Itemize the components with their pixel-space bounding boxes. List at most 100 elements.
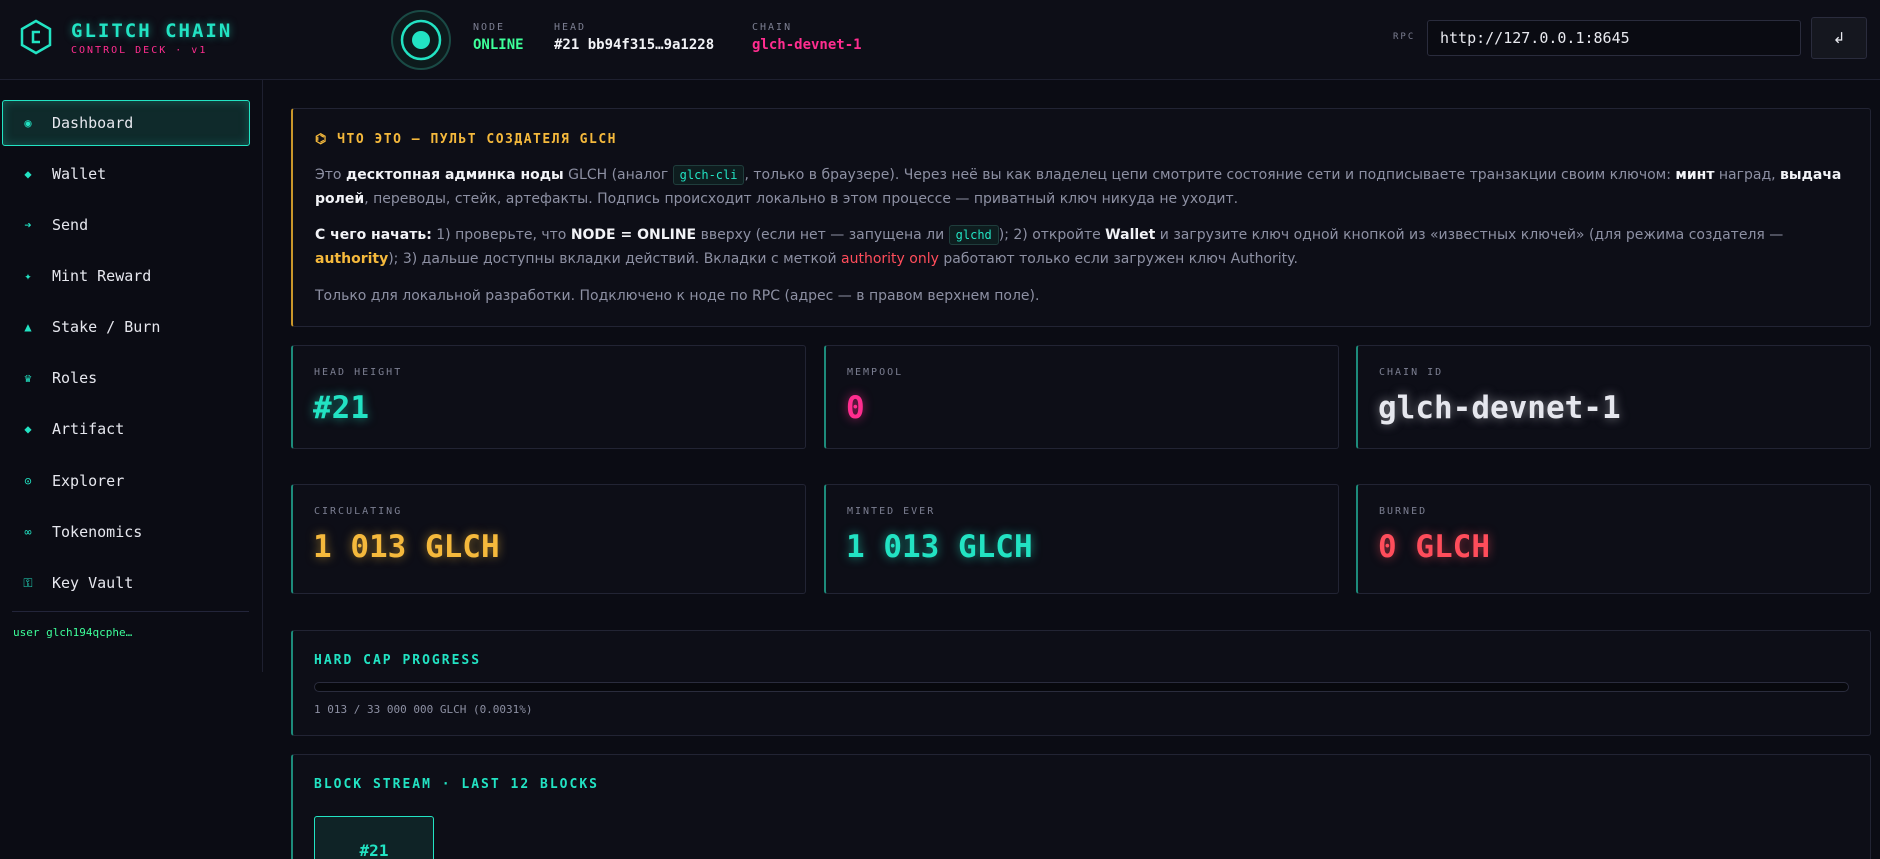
text-span: ); 2) откройте [998, 227, 1106, 243]
stat-mempool: MEMPOOL 0 [824, 345, 1339, 449]
sidebar: ◉ Dashboard ◆ Wallet ➔ Send ✦ Mint Rewar… [0, 80, 263, 672]
node-status: NODE ONLINE [473, 22, 524, 53]
compass-icon: ⊙ [24, 474, 32, 488]
chain-value: glch-devnet-1 [752, 37, 862, 53]
node-label: NODE [473, 22, 506, 33]
sidebar-item-mint-reward[interactable]: ✦ Mint Reward [2, 253, 250, 299]
send-icon: ➔ [24, 218, 32, 232]
authority-highlight: authority [315, 251, 389, 267]
sidebar-item-label: Wallet [52, 165, 107, 183]
sidebar-item-roles[interactable]: ♛ Roles [2, 355, 250, 401]
stat-label: HEAD HEIGHT [314, 367, 403, 378]
hard-cap-title: HARD CAP PROGRESS [314, 653, 482, 668]
stat-label: MEMPOOL [847, 367, 904, 378]
stat-burned: BURNED 0 GLCH [1356, 484, 1871, 594]
stat-value: #21 [313, 390, 369, 426]
stat-value: glch-devnet-1 [1378, 390, 1621, 426]
stat-value: 0 GLCH [1378, 529, 1490, 565]
intro-paragraph-1: Это десктопная админка ноды GLCH (аналог… [315, 163, 1845, 211]
crown-icon: ♛ [24, 371, 32, 385]
stat-label: BURNED [1379, 506, 1428, 517]
rpc-url-input[interactable] [1427, 20, 1801, 56]
intro-title: ⌬ ЧТО ЭТО — ПУЛЬТ СОЗДАТЕЛЯ GLCH [315, 132, 617, 147]
sidebar-item-label: Mint Reward [52, 267, 152, 285]
head-label: HEAD [554, 22, 587, 33]
stat-head-height: HEAD HEIGHT #21 [291, 345, 806, 449]
sidebar-item-label: Key Vault [52, 574, 134, 592]
app-subtitle: CONTROL DECK · v1 [71, 45, 208, 56]
authority-only-tag: authority only [841, 251, 939, 267]
intro-paragraph-3: Только для локальной разработки. Подключ… [315, 288, 1040, 304]
text-span: вверху (если нет — запущена ли [696, 227, 949, 243]
stat-label: CHAIN ID [1379, 367, 1444, 378]
key-icon: ⚿ [23, 575, 33, 590]
head-status: HEAD #21 bb94f315…9a1228 [554, 22, 714, 53]
app-title: GLITCH CHAIN [71, 20, 233, 42]
sidebar-item-stake-burn[interactable]: ▲ Stake / Burn [2, 304, 250, 350]
sidebar-item-label: Artifact [52, 420, 125, 438]
sidebar-item-artifact[interactable]: ◆ Artifact [2, 406, 250, 452]
sidebar-item-label: Roles [52, 369, 98, 387]
code-chip: glch-cli [672, 165, 745, 185]
infinity-icon: ∞ [24, 525, 32, 539]
stat-chain-id: CHAIN ID glch-devnet-1 [1356, 345, 1871, 449]
sidebar-item-dashboard[interactable]: ◉ Dashboard [2, 100, 250, 146]
text-span: работают только если загружен ключ Autho… [938, 251, 1298, 267]
text-span: , переводы, стейк, артефакты. Подпись пр… [364, 191, 1239, 207]
emphasis-text: минт [1675, 167, 1715, 183]
emphasis-text: NODE = ONLINE [570, 227, 697, 243]
rpc-connect-button[interactable]: ↲ [1811, 17, 1867, 59]
hard-cap-panel: HARD CAP PROGRESS 1 013 / 33 000 000 GLC… [291, 630, 1871, 736]
text-span: и загрузите ключ одной кнопкой из «извес… [1155, 227, 1784, 243]
chain-status: CHAIN glch-devnet-1 [752, 22, 862, 53]
stat-label: CIRCULATING [314, 506, 403, 517]
sidebar-item-label: Stake / Burn [52, 318, 161, 336]
block-stream-panel: BLOCK STREAM · LAST 12 BLOCKS #21 [291, 754, 1871, 859]
sidebar-item-key-vault[interactable]: ⚿ Key Vault [2, 560, 250, 606]
sidebar-item-label: Explorer [52, 472, 125, 490]
sidebar-divider [12, 611, 249, 612]
text-span: Это [315, 167, 346, 183]
stat-circulating: CIRCULATING 1 013 GLCH [291, 484, 806, 594]
hard-cap-text: 1 013 / 33 000 000 GLCH (0.0031%) [314, 703, 533, 716]
intro-panel: ⌬ ЧТО ЭТО — ПУЛЬТ СОЗДАТЕЛЯ GLCH Это дес… [291, 108, 1871, 327]
emphasis-text: С чего начать: [315, 227, 432, 243]
dashboard-icon: ◉ [24, 116, 32, 130]
gem-icon: ◆ [24, 422, 32, 436]
text-span: GLCH (аналог [563, 167, 673, 183]
node-status-ring-icon [391, 10, 451, 70]
stat-value: 1 013 GLCH [846, 529, 1033, 565]
rpc-label: RPC [1393, 32, 1416, 42]
head-value: #21 bb94f315…9a1228 [554, 37, 715, 53]
current-user: user glch194qcphe… [13, 626, 133, 639]
top-bar: GLITCH CHAIN CONTROL DECK · v1 NODE ONLI… [0, 0, 1880, 80]
triangle-icon: ▲ [24, 320, 32, 334]
text-span: , только в браузере). Через неё вы как в… [744, 167, 1676, 183]
block-stream-title: BLOCK STREAM · LAST 12 BLOCKS [314, 777, 599, 792]
stat-minted-ever: MINTED EVER 1 013 GLCH [824, 484, 1339, 594]
chain-label: CHAIN [752, 22, 793, 33]
sidebar-item-tokenomics[interactable]: ∞ Tokenomics [2, 509, 250, 555]
code-chip: glchd [948, 225, 999, 245]
hexagon-logo-icon [20, 19, 52, 55]
hard-cap-progress-bar [314, 682, 1849, 692]
intro-paragraph-2: С чего начать: 1) проверьте, что NODE = … [315, 223, 1845, 271]
text-span: ); 3) дальше доступны вкладки действий. … [388, 251, 842, 267]
sparkle-icon: ✦ [24, 269, 32, 283]
sidebar-item-send[interactable]: ➔ Send [2, 202, 250, 248]
stat-value: 0 [846, 390, 865, 426]
sidebar-item-explorer[interactable]: ⊙ Explorer [2, 458, 250, 504]
stat-label: MINTED EVER [847, 506, 936, 517]
sidebar-item-label: Dashboard [52, 114, 134, 132]
node-value: ONLINE [473, 37, 524, 53]
block-card[interactable]: #21 [314, 816, 434, 859]
emphasis-text: десктопная админка ноды [345, 167, 564, 183]
stat-value: 1 013 GLCH [313, 529, 500, 565]
sidebar-item-label: Send [52, 216, 89, 234]
text-span: 1) проверьте, что [431, 227, 571, 243]
wallet-icon: ◆ [24, 167, 32, 181]
emphasis-text: Wallet [1105, 227, 1156, 243]
sidebar-item-label: Tokenomics [52, 523, 143, 541]
sidebar-item-wallet[interactable]: ◆ Wallet [2, 151, 250, 197]
text-span: наград, [1714, 167, 1781, 183]
